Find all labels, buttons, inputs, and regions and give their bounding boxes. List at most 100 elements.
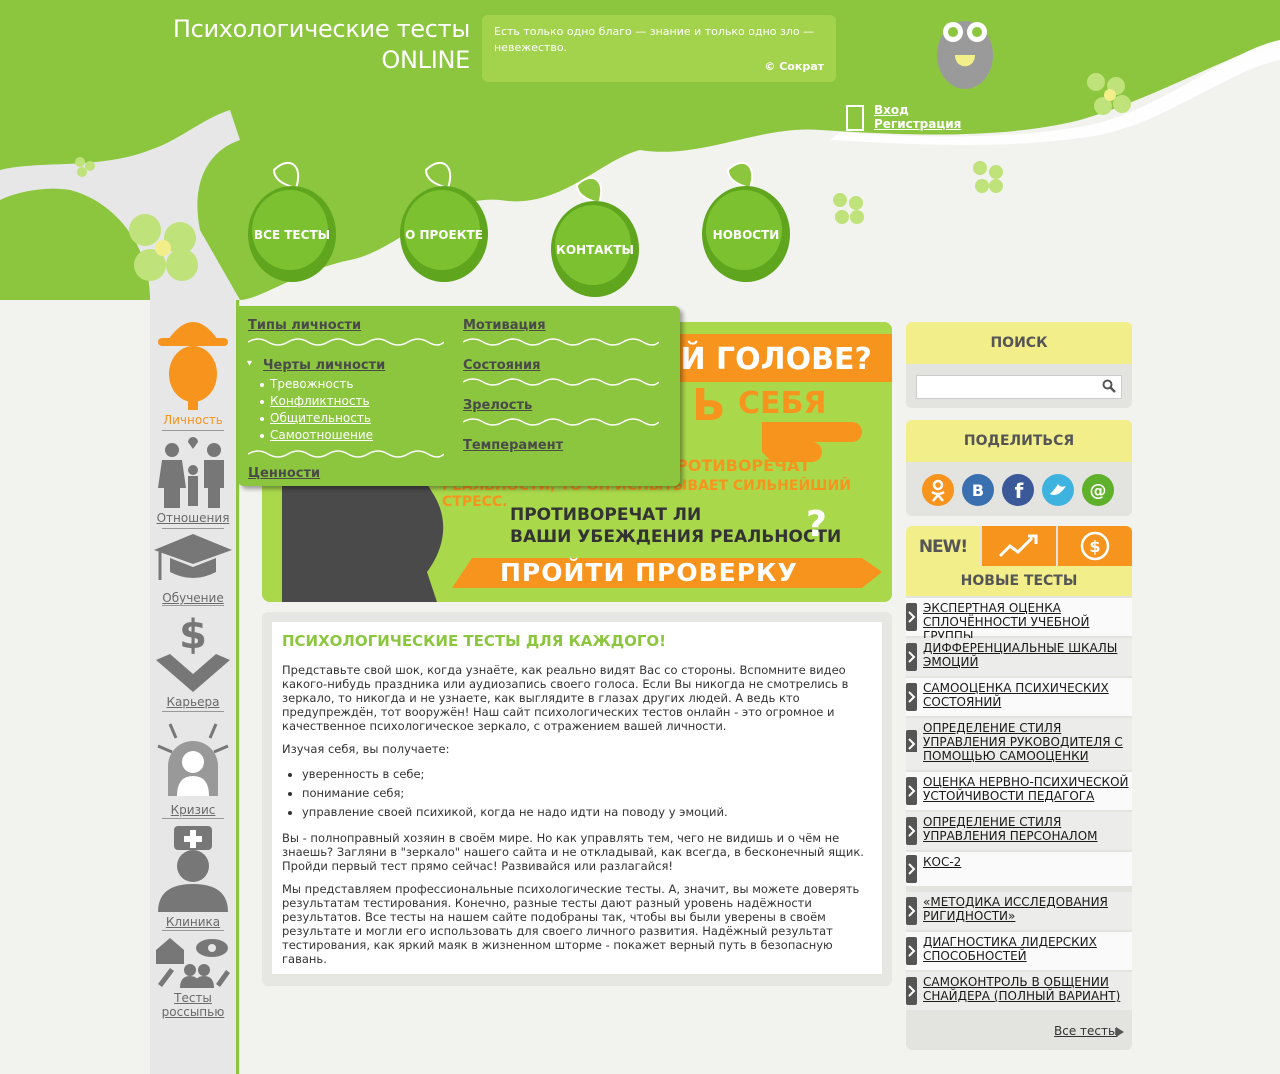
test-link[interactable]: ДИАГНОСТИКА ЛИДЕРСКИХ СПОСОБНОСТЕЙ (923, 935, 1129, 963)
submenu-item[interactable]: Общительность (260, 410, 448, 427)
test-link-line: ДИАГНОСТИКА ЛИДЕРСКИХ (923, 935, 1097, 949)
test-list-item[interactable]: ДИФФЕРЕНЦИАЛЬНЫЕ ШКАЛЫ ЭМОЦИЙ (906, 638, 1132, 676)
test-link-line: СПОСОБНОСТЕЙ (923, 949, 1027, 963)
sidebar-item-misc-label2[interactable]: россыпью (150, 1005, 236, 1019)
banner-cta[interactable]: ПРОЙТИ ПРОВЕРКУ (500, 558, 798, 587)
nav-news[interactable]: НОВОСТИ (698, 150, 794, 300)
test-link[interactable]: САМООЦЕНКА ПСИХИЧЕСКИХ СОСТОЯНИЙ (923, 681, 1129, 709)
arrow-right-icon (906, 643, 917, 671)
odnoklassniki-icon[interactable] (922, 474, 954, 506)
nav-news-label[interactable]: НОВОСТИ (698, 228, 794, 242)
sidebar-separator (162, 930, 224, 931)
menu-states-link[interactable]: Состояния (463, 358, 663, 374)
login-link[interactable]: Вход (874, 103, 961, 117)
test-link[interactable]: КОС-2 (923, 855, 1129, 869)
pencil-icon (216, 970, 230, 987)
nav-all-tests[interactable]: ВСЕ ТЕСТЫ (244, 150, 340, 300)
benefits-list: уверенность в себе; понимание себя; упра… (302, 765, 872, 822)
tab-paid[interactable]: $ (1058, 526, 1132, 566)
people-icon (184, 964, 196, 976)
sidebar-item-personality-label[interactable]: Личность (150, 413, 236, 427)
test-list-item[interactable]: ОПРЕДЕЛЕНИЕ СТИЛЯ УПРАВЛЕНИЯ РУКОВОДИТЕЛЯ… (906, 718, 1132, 770)
test-link-line: ЭМОЦИЙ (923, 655, 979, 669)
test-list-item[interactable]: ЭКСПЕРТНАЯ ОЦЕНКА СПЛОЧЁННОСТИ УЧЕБНОЙ ГР… (906, 598, 1132, 643)
mail-ru-icon[interactable]: @ (1082, 474, 1114, 506)
menu-values-link[interactable]: Ценности (248, 466, 448, 482)
sidebar-item-clinic[interactable]: Клиника (150, 822, 236, 929)
test-list-item[interactable]: САМОКОНТРОЛЬ В ОБЩЕНИИ СНАЙДЕРА (ПОЛНЫЙ В… (906, 972, 1132, 1010)
test-list-item[interactable]: ДИАГНОСТИКА ЛИДЕРСКИХ СПОСОБНОСТЕЙ (906, 932, 1132, 970)
sidebar-item-relations-label[interactable]: Отношения (150, 511, 236, 525)
menu-temperament-link[interactable]: Темперамент (463, 438, 663, 454)
banner-question-line1: ПРОТИВОРЕЧАТ ЛИ (510, 505, 702, 525)
test-list-item[interactable]: «МЕТОДИКА ИССЛЕДОВАНИЯ РИГИДНОСТИ» (906, 892, 1132, 930)
sidebar-item-education-label[interactable]: Обучение (150, 591, 236, 605)
menu-traits-link[interactable]: Черты личности (263, 358, 448, 374)
test-list-item[interactable]: КОС-2 (906, 852, 1132, 886)
sidebar-item-misc-tests[interactable]: Тесты россыпью (150, 934, 236, 1019)
arrow-right-icon (906, 977, 917, 1005)
test-link[interactable]: ОПРЕДЕЛЕНИЕ СТИЛЯ УПРАВЛЕНИЯ ПЕРСОНАЛОМ (923, 815, 1129, 843)
tab-popular[interactable] (982, 526, 1056, 566)
submenu-item-anxiety[interactable]: Тревожность (270, 377, 353, 391)
test-link[interactable]: САМОКОНТРОЛЬ В ОБЩЕНИИ СНАЙДЕРА (ПОЛНЫЙ В… (923, 975, 1129, 1003)
menu-maturity-link[interactable]: Зрелость (463, 398, 663, 414)
sidebar-item-crisis[interactable]: Кризис (150, 716, 236, 817)
test-list-item[interactable]: ОЦЕНКА НЕРВНО-ПСИХИЧЕСКОЙ УСТОЙЧИВОСТИ ПЕ… (906, 772, 1132, 810)
vkontakte-icon[interactable]: B (962, 474, 994, 506)
sidebar-separator (162, 818, 224, 819)
sidebar-item-clinic-label[interactable]: Клиника (150, 915, 236, 929)
door-icon (846, 105, 864, 131)
search-input[interactable] (916, 375, 1122, 399)
search-icon[interactable] (1102, 379, 1116, 393)
site-title[interactable]: Психологические тесты ONLINE (130, 14, 470, 76)
submenu-item[interactable]: Конфликтность (260, 393, 448, 410)
nav-contacts-label[interactable]: КОНТАКТЫ (547, 243, 643, 257)
register-link[interactable]: Регистрация (874, 117, 961, 131)
sidebar-item-crisis-label[interactable]: Кризис (150, 803, 236, 817)
nav-contacts[interactable]: КОНТАКТЫ (547, 165, 643, 315)
site-title-line2: ONLINE (381, 46, 470, 74)
test-link[interactable]: ОПРЕДЕЛЕНИЕ СТИЛЯ УПРАВЛЕНИЯ РУКОВОДИТЕЛЯ… (923, 721, 1129, 763)
menu-types-link[interactable]: Типы личности (248, 318, 448, 334)
sidebar-item-misc-label1[interactable]: Тесты (150, 991, 236, 1005)
quote-box: Есть только одно благо — знание и только… (482, 15, 836, 82)
submenu-item[interactable]: Самоотношение (260, 427, 448, 444)
sidebar-item-education[interactable]: Обучение (150, 532, 236, 605)
sidebar-item-career[interactable]: $ Карьера (150, 610, 236, 709)
submenu-item-sociability[interactable]: Общительность (270, 411, 371, 425)
submenu-item-conflict[interactable]: Конфликтность (270, 394, 370, 408)
svg-text:@: @ (1090, 481, 1107, 501)
menu-motivation-link[interactable]: Мотивация (463, 318, 663, 334)
nav-about-label[interactable]: О ПРОЕКТЕ (396, 228, 492, 242)
apple-icon (551, 177, 639, 297)
banner-question-mark: ? (806, 504, 827, 545)
sidebar-item-career-label[interactable]: Карьера (150, 695, 236, 709)
sidebar-separator (162, 711, 224, 712)
facebook-icon[interactable]: f (1002, 474, 1034, 506)
ornament-divider (462, 338, 660, 346)
svg-text:$: $ (1089, 537, 1100, 556)
twitter-icon[interactable] (1042, 474, 1074, 506)
sidebar-separator (162, 528, 224, 529)
arrow-right-icon (906, 777, 917, 805)
list-item: понимание себя; (302, 784, 872, 803)
all-tests-link[interactable]: Все тесты (1054, 1024, 1117, 1038)
test-link[interactable]: ОЦЕНКА НЕРВНО-ПСИХИЧЕСКОЙ УСТОЙЧИВОСТИ ПЕ… (923, 775, 1129, 803)
test-link[interactable]: ЭКСПЕРТНАЯ ОЦЕНКА СПЛОЧЁННОСТИ УЧЕБНОЙ ГР… (923, 601, 1129, 643)
submenu-item-self-attitude[interactable]: Самоотношение (270, 428, 373, 442)
article-paragraph: Изучая себя, вы получаете: (282, 742, 450, 756)
test-link[interactable]: «МЕТОДИКА ИССЛЕДОВАНИЯ РИГИДНОСТИ» (923, 895, 1129, 923)
test-list-item[interactable]: ОПРЕДЕЛЕНИЕ СТИЛЯ УПРАВЛЕНИЯ ПЕРСОНАЛОМ (906, 812, 1132, 850)
banner-orange-line1: РОТИВОРЕЧАТ (676, 456, 811, 475)
sidebar-item-relations[interactable]: Отношения (150, 436, 236, 525)
test-list-item[interactable]: САМООЦЕНКА ПСИХИЧЕСКИХ СОСТОЯНИЙ (906, 678, 1132, 716)
test-link-line: РИГИДНОСТИ» (923, 909, 1016, 923)
tab-new[interactable]: NEW! (906, 526, 980, 566)
test-link[interactable]: ДИФФЕРЕНЦИАЛЬНЫЕ ШКАЛЫ ЭМОЦИЙ (923, 641, 1129, 669)
sidebar-item-personality[interactable]: Личность (150, 308, 236, 427)
submenu-item[interactable]: Тревожность (260, 376, 448, 393)
test-link-line: УСТОЙЧИВОСТИ ПЕДАГОГА (923, 789, 1095, 803)
nav-all-tests-label[interactable]: ВСЕ ТЕСТЫ (244, 228, 340, 242)
nav-about[interactable]: О ПРОЕКТЕ (396, 150, 492, 300)
